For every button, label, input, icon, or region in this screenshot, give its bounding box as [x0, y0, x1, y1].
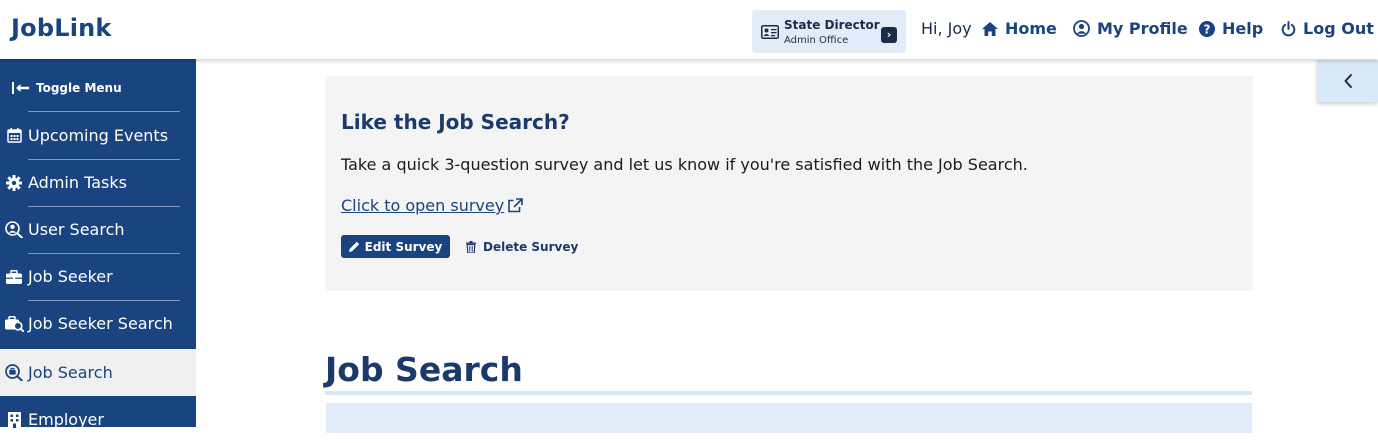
toggle-menu-button[interactable]: Toggle Menu: [12, 81, 122, 95]
home-link[interactable]: Home: [982, 19, 1057, 38]
sidebar-item-label: Job Seeker Search: [28, 314, 173, 333]
briefcase-search-icon: [0, 315, 28, 332]
svg-text:?: ?: [1204, 22, 1211, 36]
sidebar-item-admin-tasks[interactable]: Admin Tasks: [0, 159, 196, 206]
my-profile-link[interactable]: My Profile: [1073, 19, 1188, 38]
calendar-icon: [0, 128, 28, 143]
open-survey-link[interactable]: Click to open survey: [341, 196, 524, 215]
survey-card: Like the Job Search? Take a quick 3-ques…: [325, 76, 1253, 291]
home-label: Home: [1005, 19, 1057, 38]
delete-survey-button[interactable]: Delete Survey: [466, 240, 578, 254]
top-header: JobLink State Director Admin Office › Hi…: [0, 0, 1378, 59]
sidebar-item-label: Job Seeker: [28, 267, 113, 286]
open-survey-label: Click to open survey: [341, 196, 505, 215]
log-out-link[interactable]: Log Out: [1281, 19, 1374, 38]
sidebar-item-label: User Search: [28, 220, 125, 239]
building-icon: [0, 411, 28, 428]
sidebar-item-label: Job Search: [28, 363, 113, 382]
power-icon: [1281, 20, 1296, 36]
search-icon: [0, 364, 28, 381]
trash-icon: [466, 241, 476, 253]
sidebar-item-upcoming-events[interactable]: Upcoming Events: [0, 112, 196, 159]
user-greeting: Hi, Joy: [921, 19, 972, 38]
external-link-icon: [508, 198, 524, 213]
user-circle-icon: [1073, 20, 1090, 37]
user-search-icon: [0, 221, 28, 238]
title-divider: [325, 391, 1252, 395]
sidebar-item-label: Admin Tasks: [28, 173, 127, 192]
id-card-icon: [761, 24, 779, 43]
sidebar: Toggle Menu Upcoming Events Admin Tasks …: [0, 59, 196, 429]
role-switcher[interactable]: State Director Admin Office ›: [752, 10, 906, 53]
survey-description: Take a quick 3-question survey and let u…: [341, 155, 1028, 174]
role-subtitle: Admin Office: [784, 35, 849, 46]
sidebar-item-label: Employer: [28, 410, 104, 429]
collapse-panel-button[interactable]: [1317, 60, 1378, 102]
help-link[interactable]: ? Help: [1199, 19, 1263, 38]
chevron-left-icon: [1344, 74, 1352, 88]
sidebar-item-job-seeker-search[interactable]: Job Seeker Search: [0, 300, 196, 347]
toggle-menu-label: Toggle Menu: [36, 81, 122, 95]
briefcase-icon: [0, 269, 28, 284]
sidebar-item-employer[interactable]: Employer: [0, 396, 196, 443]
gear-icon: [0, 174, 28, 191]
sidebar-item-label: Upcoming Events: [28, 126, 169, 145]
page-title: Job Search: [325, 350, 523, 389]
help-label: Help: [1222, 19, 1264, 38]
sidebar-item-job-search[interactable]: Job Search: [0, 349, 196, 396]
chevron-right-icon[interactable]: ›: [881, 27, 897, 43]
log-out-label: Log Out: [1303, 19, 1374, 38]
results-table-header: [326, 403, 1252, 433]
app-logo[interactable]: JobLink: [11, 14, 112, 42]
my-profile-label: My Profile: [1097, 19, 1188, 38]
role-title: State Director: [784, 18, 880, 32]
survey-title: Like the Job Search?: [341, 110, 570, 134]
edit-survey-label: Edit Survey: [364, 239, 443, 254]
pencil-icon: [348, 241, 359, 252]
sidebar-item-user-search[interactable]: User Search: [0, 206, 196, 253]
question-circle-icon: ?: [1199, 20, 1215, 37]
collapse-left-icon: [12, 82, 29, 94]
edit-survey-button[interactable]: Edit Survey: [341, 235, 450, 258]
delete-survey-label: Delete Survey: [483, 240, 579, 254]
home-icon: [982, 21, 998, 36]
sidebar-item-job-seeker[interactable]: Job Seeker: [0, 253, 196, 300]
